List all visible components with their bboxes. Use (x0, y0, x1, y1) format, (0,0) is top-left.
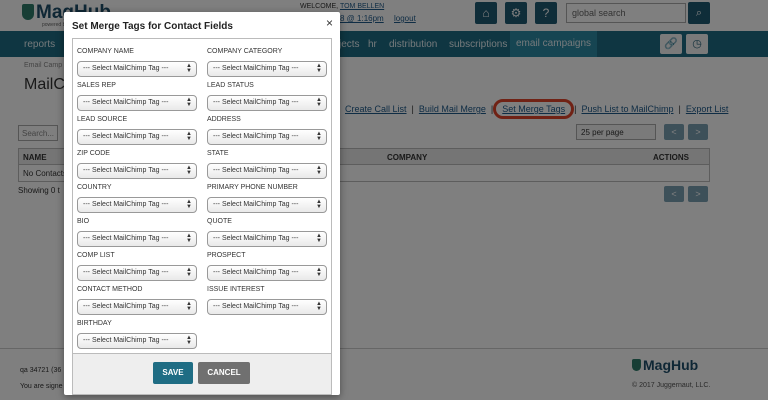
field-primary-phone-number: PRIMARY PHONE NUMBER --- Select MailChim… (207, 184, 327, 213)
primary-phone-select[interactable]: --- Select MailChimp Tag --- ▲ ▼ (207, 197, 327, 213)
updown-arrow-icon: ▲ ▼ (316, 267, 322, 278)
select-value: --- Select MailChimp Tag --- (213, 65, 299, 72)
select-value: --- Select MailChimp Tag --- (83, 167, 169, 174)
field-label: ZIP CODE (77, 150, 110, 157)
select-value: --- Select MailChimp Tag --- (213, 235, 299, 242)
close-icon[interactable]: × (326, 16, 333, 30)
contact-method-select[interactable]: --- Select MailChimp Tag --- ▲ ▼ (77, 299, 197, 315)
save-button[interactable]: SAVE (153, 362, 193, 384)
field-label: ISSUE INTEREST (207, 286, 265, 293)
field-label: BIRTHDAY (77, 320, 112, 327)
cancel-button[interactable]: CANCEL (198, 362, 250, 384)
field-issue-interest: ISSUE INTEREST --- Select MailChimp Tag … (207, 286, 327, 315)
updown-arrow-icon: ▲ ▼ (316, 97, 322, 108)
field-label: COMPANY CATEGORY (207, 48, 283, 55)
field-bio: BIO --- Select MailChimp Tag --- ▲ ▼ (77, 218, 197, 247)
birthday-select[interactable]: --- Select MailChimp Tag --- ▲ ▼ (77, 333, 197, 349)
field-state: STATE --- Select MailChimp Tag --- ▲ ▼ (207, 150, 327, 179)
company-category-select[interactable]: --- Select MailChimp Tag --- ▲ ▼ (207, 61, 327, 77)
select-value: --- Select MailChimp Tag --- (83, 303, 169, 310)
updown-arrow-icon: ▲ ▼ (316, 165, 322, 176)
field-label: LEAD STATUS (207, 82, 254, 89)
zip-code-select[interactable]: --- Select MailChimp Tag --- ▲ ▼ (77, 163, 197, 179)
comp-list-select[interactable]: --- Select MailChimp Tag --- ▲ ▼ (77, 265, 197, 281)
field-label: PRIMARY PHONE NUMBER (207, 184, 298, 191)
updown-arrow-icon: ▲ ▼ (316, 301, 322, 312)
field-label: BIO (77, 218, 90, 225)
field-company-name: COMPANY NAME --- Select MailChimp Tag --… (77, 48, 197, 77)
field-prospect: PROSPECT --- Select MailChimp Tag --- ▲ ▼ (207, 252, 327, 281)
field-label: QUOTE (207, 218, 232, 225)
select-value: --- Select MailChimp Tag --- (83, 65, 169, 72)
updown-arrow-icon: ▲ ▼ (186, 131, 192, 142)
field-address: ADDRESS --- Select MailChimp Tag --- ▲ ▼ (207, 116, 327, 145)
modal-title: Set Merge Tags for Contact Fields (72, 21, 233, 32)
field-lead-source: LEAD SOURCE --- Select MailChimp Tag ---… (77, 116, 197, 145)
updown-arrow-icon: ▲ ▼ (316, 233, 322, 244)
set-merge-tags-modal: Set Merge Tags for Contact Fields × COMP… (64, 12, 340, 395)
updown-arrow-icon: ▲ ▼ (316, 131, 322, 142)
address-select[interactable]: --- Select MailChimp Tag --- ▲ ▼ (207, 129, 327, 145)
lead-status-select[interactable]: --- Select MailChimp Tag --- ▲ ▼ (207, 95, 327, 111)
country-select[interactable]: --- Select MailChimp Tag --- ▲ ▼ (77, 197, 197, 213)
field-label: ADDRESS (207, 116, 241, 123)
field-label: CONTACT METHOD (77, 286, 143, 293)
field-sales-rep: SALES REP --- Select MailChimp Tag --- ▲ ▼ (77, 82, 197, 111)
issue-interest-select[interactable]: --- Select MailChimp Tag --- ▲ ▼ (207, 299, 327, 315)
updown-arrow-icon: ▲ ▼ (186, 267, 192, 278)
bio-select[interactable]: --- Select MailChimp Tag --- ▲ ▼ (77, 231, 197, 247)
select-value: --- Select MailChimp Tag --- (83, 337, 169, 344)
field-comp-list: COMP LIST --- Select MailChimp Tag --- ▲ ▼ (77, 252, 197, 281)
field-lead-status: LEAD STATUS --- Select MailChimp Tag ---… (207, 82, 327, 111)
field-label: COMPANY NAME (77, 48, 134, 55)
field-zip-code: ZIP CODE --- Select MailChimp Tag --- ▲ ▼ (77, 150, 197, 179)
merge-tags-form: COMPANY NAME --- Select MailChimp Tag --… (72, 38, 332, 354)
lead-source-select[interactable]: --- Select MailChimp Tag --- ▲ ▼ (77, 129, 197, 145)
field-country: COUNTRY --- Select MailChimp Tag --- ▲ ▼ (77, 184, 197, 213)
prospect-select[interactable]: --- Select MailChimp Tag --- ▲ ▼ (207, 265, 327, 281)
select-value: --- Select MailChimp Tag --- (83, 235, 169, 242)
updown-arrow-icon: ▲ ▼ (186, 335, 192, 346)
select-value: --- Select MailChimp Tag --- (83, 201, 169, 208)
quote-select[interactable]: --- Select MailChimp Tag --- ▲ ▼ (207, 231, 327, 247)
updown-arrow-icon: ▲ ▼ (186, 199, 192, 210)
select-value: --- Select MailChimp Tag --- (83, 269, 169, 276)
select-value: --- Select MailChimp Tag --- (83, 99, 169, 106)
select-value: --- Select MailChimp Tag --- (83, 133, 169, 140)
updown-arrow-icon: ▲ ▼ (316, 199, 322, 210)
field-contact-method: CONTACT METHOD --- Select MailChimp Tag … (77, 286, 197, 315)
select-value: --- Select MailChimp Tag --- (213, 167, 299, 174)
updown-arrow-icon: ▲ ▼ (316, 63, 322, 74)
updown-arrow-icon: ▲ ▼ (186, 301, 192, 312)
select-value: --- Select MailChimp Tag --- (213, 201, 299, 208)
updown-arrow-icon: ▲ ▼ (186, 97, 192, 108)
field-quote: QUOTE --- Select MailChimp Tag --- ▲ ▼ (207, 218, 327, 247)
field-label: COMP LIST (77, 252, 115, 259)
select-value: --- Select MailChimp Tag --- (213, 269, 299, 276)
modal-footer: SAVE CANCEL (72, 354, 332, 395)
field-label: STATE (207, 150, 229, 157)
field-label: COUNTRY (77, 184, 112, 191)
select-value: --- Select MailChimp Tag --- (213, 133, 299, 140)
select-value: --- Select MailChimp Tag --- (213, 303, 299, 310)
state-select[interactable]: --- Select MailChimp Tag --- ▲ ▼ (207, 163, 327, 179)
sales-rep-select[interactable]: --- Select MailChimp Tag --- ▲ ▼ (77, 95, 197, 111)
field-company-category: COMPANY CATEGORY --- Select MailChimp Ta… (207, 48, 327, 77)
field-label: PROSPECT (207, 252, 246, 259)
field-label: LEAD SOURCE (77, 116, 128, 123)
updown-arrow-icon: ▲ ▼ (186, 63, 192, 74)
select-value: --- Select MailChimp Tag --- (213, 99, 299, 106)
updown-arrow-icon: ▲ ▼ (186, 165, 192, 176)
updown-arrow-icon: ▲ ▼ (186, 233, 192, 244)
company-name-select[interactable]: --- Select MailChimp Tag --- ▲ ▼ (77, 61, 197, 77)
field-label: SALES REP (77, 82, 116, 89)
field-birthday: BIRTHDAY --- Select MailChimp Tag --- ▲ ▼ (77, 320, 197, 349)
